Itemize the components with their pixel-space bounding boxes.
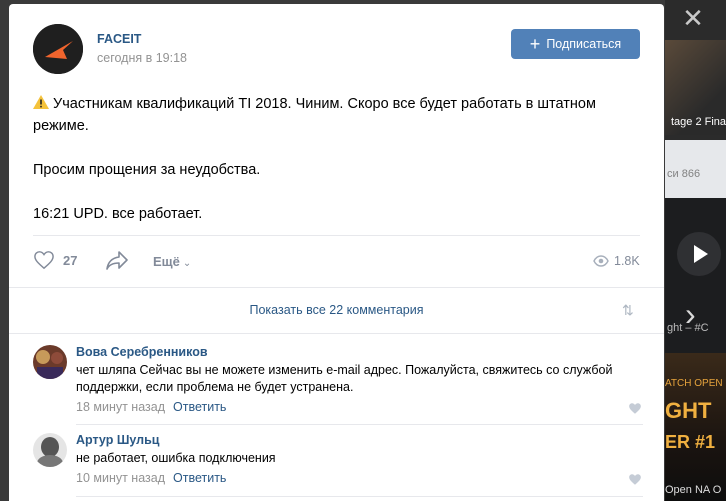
sort-icon[interactable]: ⇅: [622, 302, 634, 319]
poster-title: GHT: [665, 398, 712, 423]
post-time[interactable]: сегодня в 19:18: [97, 51, 187, 65]
post-paragraph: Участникам квалификаций TI 2018. Чиним. …: [33, 95, 596, 134]
reply-link[interactable]: Ответить: [173, 471, 226, 485]
avatar[interactable]: [33, 345, 67, 379]
background-feed: tage 2 Fina си 866 › ght – #C ATCH OPEN …: [665, 0, 726, 501]
commenter-photo: [33, 345, 67, 379]
divider: [9, 333, 664, 334]
like-count: 27: [63, 252, 78, 268]
more-button[interactable]: Ещё ⌄: [153, 254, 191, 269]
faceit-logo-avatar[interactable]: [33, 24, 83, 74]
plus-icon: +: [529, 34, 541, 54]
divider: [9, 287, 664, 288]
show-all-comments-link[interactable]: Показать все 22 комментария: [9, 303, 664, 317]
comment-text: не работает, ошибка подключения: [76, 451, 276, 465]
eye-icon: [593, 255, 609, 267]
heart-icon[interactable]: [628, 402, 642, 415]
comment-time[interactable]: 10 минут назад: [76, 471, 165, 485]
heart-icon: [34, 251, 54, 270]
avatar[interactable]: [33, 433, 67, 467]
chevron-down-icon: ⌄: [182, 258, 192, 269]
reply-link[interactable]: Ответить: [173, 400, 226, 414]
views-value: 1.8K: [614, 254, 640, 268]
background-label-bottom: Open NA O: [665, 484, 722, 496]
like-button[interactable]: 27: [33, 250, 77, 270]
divider: [76, 496, 643, 497]
share-button[interactable]: [105, 250, 129, 275]
comment-time[interactable]: 18 минут назад: [76, 400, 165, 414]
divider: [76, 424, 643, 425]
comment-author[interactable]: Вова Серебренников: [76, 345, 208, 359]
share-icon: [106, 251, 128, 270]
subscribe-button[interactable]: + Подписаться: [511, 29, 640, 59]
post-card: FACEIT сегодня в 19:18 + Подписаться Уча…: [9, 4, 664, 501]
divider: [33, 235, 640, 236]
post-paragraph: 16:21 UPD. все работает.: [33, 206, 203, 222]
comment-meta: 10 минут назад Ответить: [76, 471, 226, 485]
background-video-title: ght – #C: [667, 322, 709, 334]
play-icon: [677, 232, 721, 276]
background-label: tage 2 Fina: [671, 116, 726, 128]
background-poster: [665, 353, 726, 501]
comment-author[interactable]: Артур Шульц: [76, 433, 159, 447]
close-icon[interactable]: ✕: [680, 5, 706, 32]
subscribe-label: Подписаться: [546, 37, 622, 51]
comment-text: чет шляпа Сейчас вы не можете изменить e…: [76, 363, 613, 394]
view-count: 1.8K: [593, 254, 640, 268]
post-text: Участникам квалификаций TI 2018. Чиним. …: [33, 93, 643, 247]
post-paragraph: Просим прощения за неудобства.: [33, 162, 261, 178]
warning-icon: [33, 95, 49, 109]
post-author[interactable]: FACEIT: [97, 32, 141, 46]
poster-text: ATCH OPEN: [665, 378, 723, 389]
commenter-photo: [33, 433, 67, 467]
comment-meta: 18 минут назад Ответить: [76, 400, 226, 414]
poster-subtitle: ER #1: [665, 432, 716, 452]
background-count-label: си 866: [667, 168, 701, 180]
faceit-logo-icon: [33, 24, 83, 74]
heart-icon[interactable]: [628, 473, 642, 486]
